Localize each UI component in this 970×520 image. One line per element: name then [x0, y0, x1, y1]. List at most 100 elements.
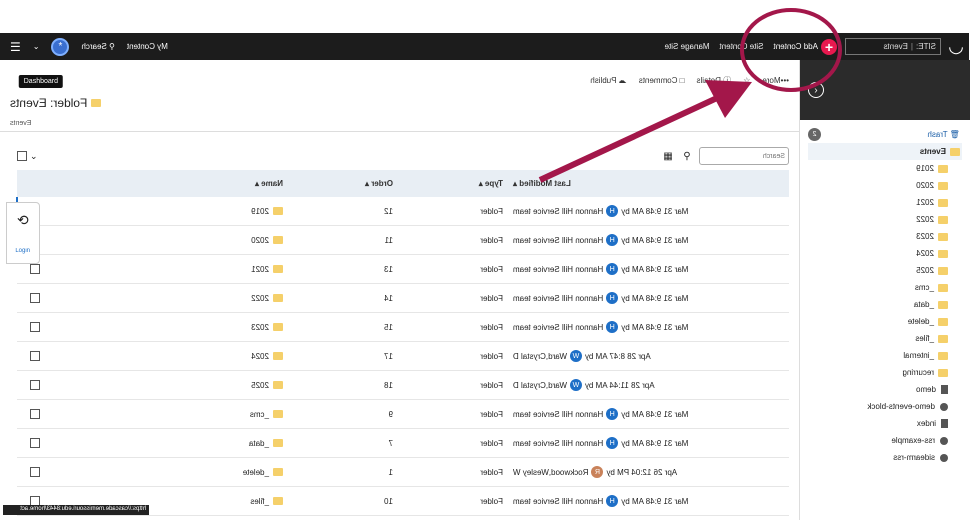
row-name[interactable]: _data	[53, 439, 283, 448]
select-all[interactable]: ⌄	[17, 151, 38, 162]
row-modified-user[interactable]: Hannon Hill Service team	[513, 439, 603, 448]
tree-item-label: 2024	[916, 249, 934, 258]
tree-item[interactable]: sidearm-rss	[808, 449, 962, 466]
user-avatar: H	[606, 437, 619, 449]
trash-item[interactable]: 🗑 Trash 2	[808, 126, 962, 143]
tree-item[interactable]: 2019	[808, 160, 962, 177]
add-content-button[interactable]: + Add Content	[774, 38, 837, 55]
header-name[interactable]: Name ▴	[53, 179, 283, 188]
search-input[interactable]	[699, 147, 789, 165]
tree-item[interactable]: 2025	[808, 262, 962, 279]
row-modified-user[interactable]: Hannon Hill Service team	[513, 410, 603, 419]
tree-items: 2019 2020 2021 2022 2023 2024 2025 _cms _data _de…	[808, 160, 962, 466]
row-modified: Mar 31 9:48 AM by H Hannon Hill Service te…	[503, 263, 789, 275]
tree-item[interactable]: 2021	[808, 194, 962, 211]
collapse-sidebar-icon[interactable]: ‹	[808, 82, 824, 98]
table-row[interactable]: _delete 1 Folder Apr 26 12:04 PM by R Rockwoo…	[17, 458, 789, 487]
tree-item[interactable]: _cms	[808, 279, 962, 296]
folder-icon	[273, 439, 283, 447]
folder-icon	[938, 283, 948, 292]
row-modified-user[interactable]: Hannon Hill Service team	[513, 323, 603, 332]
comments-button[interactable]: □ Comments	[639, 76, 685, 85]
breadcrumb[interactable]: Events	[0, 120, 799, 132]
chevron-down-icon[interactable]: ⌄	[33, 42, 40, 51]
row-checkbox[interactable]	[30, 409, 40, 419]
table-row[interactable]: 2023 15 Folder Mar 31 9:48 AM by H Hannon Hil…	[17, 313, 789, 342]
tree-item[interactable]: 2020	[808, 177, 962, 194]
tree-item[interactable]: 2024	[808, 245, 962, 262]
more-button[interactable]: ••• More	[762, 76, 789, 85]
row-name-label: 2019	[251, 206, 269, 216]
tree-item[interactable]: _files	[808, 330, 962, 347]
header-type[interactable]: Type ▴	[393, 179, 503, 188]
row-name[interactable]: _cms	[53, 410, 283, 419]
row-checkbox[interactable]	[30, 380, 40, 390]
row-modified-date: Mar 31 9:48 AM by	[621, 496, 689, 506]
folder-icon	[938, 351, 948, 360]
search-icon[interactable]: ⚲	[680, 149, 694, 163]
site-content-link[interactable]: Site Content	[719, 42, 763, 51]
details-button[interactable]: ⓘ Details	[697, 75, 732, 86]
select-all-checkbox[interactable]	[17, 151, 27, 161]
site-selector[interactable]: SITE: | Events	[845, 38, 941, 55]
row-checkbox[interactable]	[30, 264, 40, 274]
row-name[interactable]: 2023	[53, 323, 283, 332]
user-avatar[interactable]: *	[51, 37, 70, 56]
grid-view-icon[interactable]: ▦	[661, 149, 675, 163]
manage-site-link[interactable]: Manage Site	[665, 42, 710, 51]
row-checkbox[interactable]	[30, 467, 40, 477]
row-checkbox[interactable]	[30, 322, 40, 332]
chevron-down-icon[interactable]: ⌄	[30, 151, 38, 162]
header-modified[interactable]: Last Modified ▴	[503, 179, 789, 188]
row-name[interactable]: 2021	[53, 265, 283, 274]
row-name[interactable]: 2020	[53, 236, 283, 245]
tree-item[interactable]: demo-events-block	[808, 398, 962, 415]
row-checkbox[interactable]	[30, 351, 40, 361]
hamburger-menu-icon[interactable]: ☰	[10, 40, 21, 54]
row-name[interactable]: 2025	[53, 381, 283, 390]
tree-item[interactable]: rss-example	[808, 432, 962, 449]
login-widget[interactable]: ⟳ Login	[6, 202, 40, 264]
row-name[interactable]: 2024	[53, 352, 283, 361]
row-modified-user[interactable]: Ward,Crystal D	[513, 381, 567, 390]
publish-button[interactable]: ☁ Publish	[590, 76, 626, 85]
row-modified-user[interactable]: Hannon Hill Service team	[513, 236, 603, 245]
table-row[interactable]: 2022 14 Folder Mar 31 9:48 AM by H Hannon Hil…	[17, 284, 789, 313]
tree-item[interactable]: recurring	[808, 364, 962, 381]
row-modified-user[interactable]: Hannon Hill Service team	[513, 265, 603, 274]
table-row[interactable]: _cms 9 Folder Mar 31 9:48 AM by H Hannon Hill…	[17, 400, 789, 429]
row-name[interactable]: 2022	[53, 294, 283, 303]
tree-root-events[interactable]: Events	[808, 143, 962, 160]
row-modified-user[interactable]: Ward,Crystal D	[513, 352, 567, 361]
row-modified-user[interactable]: Hannon Hill Service team	[513, 294, 603, 303]
tree-item[interactable]: index	[808, 415, 962, 432]
search-link[interactable]: ⚲ Search	[81, 42, 114, 51]
tree-item[interactable]: _delete	[808, 313, 962, 330]
header-order[interactable]: Order ▴	[283, 179, 393, 188]
table-row[interactable]: 2024 17 Folder Apr 28 8:47 AM by W Ward,Cryst…	[17, 342, 789, 371]
cascade-logo-icon[interactable]: ◡	[943, 33, 969, 60]
my-content-link[interactable]: My Content	[127, 42, 168, 51]
row-modified-user[interactable]: Hannon Hill Service team	[513, 207, 603, 216]
folder-icon	[938, 232, 948, 241]
tree-item[interactable]: _internal	[808, 347, 962, 364]
table-row[interactable]: _data 7 Folder Mar 31 9:48 AM by H Hannon Hil…	[17, 429, 789, 458]
favorite-star-icon[interactable]: ☆	[743, 76, 750, 85]
row-checkbox[interactable]	[30, 438, 40, 448]
row-checkbox[interactable]	[30, 293, 40, 303]
tree-item[interactable]: 2023	[808, 228, 962, 245]
row-modified-user[interactable]: Hannon Hill Service team	[513, 497, 603, 506]
main-content: ••• More ☆ ⓘ Details □ Comments ☁ Publis…	[0, 60, 799, 520]
tree-item[interactable]: _data	[808, 296, 962, 313]
table-row[interactable]: 2020 11 Folder Mar 31 9:48 AM by H Hannon Hil…	[17, 226, 789, 255]
table-row[interactable]: 2025 18 Folder Apr 28 11:44 AM by W Ward,Crys…	[17, 371, 789, 400]
top-bar: ◡ SITE: | Events + Add Content Site Cont…	[0, 33, 969, 60]
row-modified-user[interactable]: Rockwood,Wesley W	[513, 468, 588, 477]
table-row[interactable]: 2021 13 Folder Mar 31 9:48 AM by H Hannon Hil…	[17, 255, 789, 284]
row-name[interactable]: 2019	[53, 207, 283, 216]
folder-icon	[938, 300, 948, 309]
tree-item[interactable]: demo	[808, 381, 962, 398]
row-name[interactable]: _delete	[53, 468, 283, 477]
tree-item[interactable]: 2022	[808, 211, 962, 228]
table-row[interactable]: 2019 12 Folder Mar 31 9:48 AM by H Hannon Hil…	[17, 197, 789, 226]
